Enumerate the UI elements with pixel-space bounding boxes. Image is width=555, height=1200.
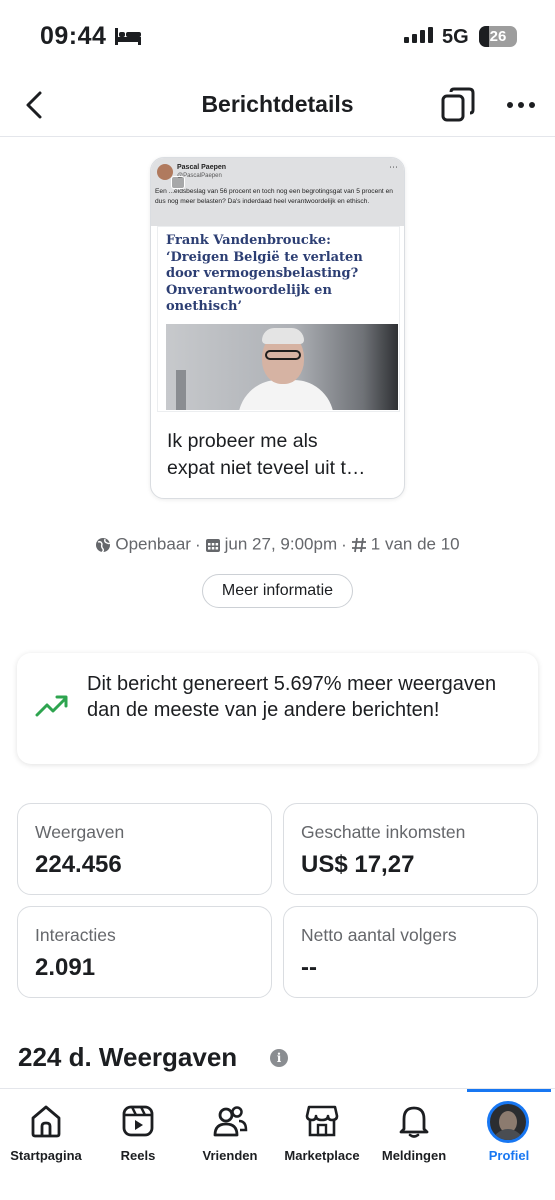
stat-card-views[interactable]: Weergaven 224.456 (17, 803, 272, 895)
stat-label: Interacties (35, 925, 116, 945)
top-header: Berichtdetails (0, 75, 555, 137)
reels-icon (122, 1105, 154, 1137)
caption-line-2: expat niet teveel uit t… (167, 457, 366, 479)
stat-label: Geschatte inkomsten (301, 822, 466, 842)
nav-label: Startpagina (10, 1148, 82, 1163)
photo-background-object (176, 370, 186, 410)
section-title: 224 d. Weergaven (18, 1042, 238, 1072)
post-date: jun 27, 9:00pm (224, 534, 338, 554)
more-options-icon[interactable] (505, 93, 537, 117)
article-headline: Frank Vandenbroucke: ‘Dreigen België te … (166, 233, 363, 314)
nav-label: Reels (120, 1148, 156, 1163)
trending-up-icon (35, 695, 68, 717)
caption-line-1: Ik probeer me als (167, 430, 318, 452)
nav-label: Marketplace (284, 1148, 360, 1163)
stat-label: Netto aantal volgers (301, 925, 457, 945)
calendar-icon (205, 538, 220, 552)
stat-value: 224.456 (35, 851, 122, 878)
photo-person-hair (262, 328, 304, 344)
status-time: 09:44 (40, 22, 107, 50)
bottom-navigation: Startpagina Reels Vrienden Marketplace M… (0, 1088, 555, 1200)
nav-item-home[interactable]: Startpagina (0, 1089, 92, 1200)
nav-label-active: Profiel (488, 1148, 530, 1163)
nav-item-marketplace[interactable]: Marketplace (276, 1089, 368, 1200)
sleep-focus-icon (115, 28, 141, 45)
tweet-text: Een ...eidsbeslag van 56 procent en toch… (155, 188, 393, 205)
stat-card-interactions[interactable]: Interacties 2.091 (17, 906, 272, 998)
status-bar: 09:44 5G 26 (0, 0, 555, 70)
copy-icon[interactable] (440, 87, 476, 123)
post-preview-card[interactable]: Pascal Paepen @PascalPaepen ⋯ Een ...eid… (150, 157, 405, 499)
home-icon (31, 1105, 61, 1138)
media-gallery-icon (171, 176, 185, 189)
stat-value: -- (301, 954, 317, 981)
profile-avatar (487, 1101, 529, 1143)
stat-value: US$ 17,27 (301, 851, 415, 878)
separator-dot: · (341, 534, 347, 554)
hashtag-icon (351, 537, 366, 552)
battery-indicator: 26 (479, 26, 517, 47)
stat-label: Weergaven (35, 822, 125, 842)
cellular-signal-icon (404, 27, 433, 43)
insight-text: Dit bericht genereert 5.697% meer weerga… (87, 673, 497, 721)
avatar-body (492, 1129, 524, 1140)
tweet-more-icon: ⋯ (389, 162, 398, 172)
insight-card: Dit bericht genereert 5.697% meer weerga… (17, 653, 538, 764)
more-info-button[interactable]: Meer informatie (202, 574, 353, 608)
article-photo (166, 324, 398, 410)
nav-label: Vrienden (202, 1148, 258, 1163)
battery-level: 26 (489, 28, 507, 45)
separator-dot: · (194, 534, 201, 554)
stat-card-earnings[interactable]: Geschatte inkomsten US$ 17,27 (283, 803, 538, 895)
globe-icon (96, 537, 111, 553)
post-meta-row: Openbaar · jun 27, 9:00pm · 1 van de 10 (0, 534, 555, 555)
nav-item-reels[interactable]: Reels (92, 1089, 184, 1200)
photo-person-shirt (238, 380, 334, 410)
post-rank: 1 van de 10 (370, 534, 460, 554)
marketplace-icon (305, 1105, 339, 1137)
network-type: 5G (442, 26, 469, 48)
article-preview: Frank Vandenbroucke: ‘Dreigen België te … (157, 226, 400, 412)
post-caption: Ik probeer me als expat niet teveel uit … (167, 428, 395, 482)
nav-item-friends[interactable]: Vrienden (184, 1089, 276, 1200)
nav-item-notifications[interactable]: Meldingen (368, 1089, 460, 1200)
stat-card-followers[interactable]: Netto aantal volgers -- (283, 906, 538, 998)
audience-label: Openbaar (115, 534, 191, 554)
photo-person-glasses (265, 350, 301, 360)
tweet-author: Pascal Paepen (177, 164, 227, 171)
battery-fill (479, 26, 489, 47)
nav-label: Meldingen (381, 1148, 447, 1163)
friends-icon (213, 1106, 248, 1137)
bell-icon (399, 1106, 429, 1138)
info-icon[interactable]: i (270, 1049, 288, 1067)
nav-item-profile[interactable]: Profiel (463, 1089, 555, 1200)
stat-value: 2.091 (35, 954, 96, 981)
embedded-tweet: Pascal Paepen @PascalPaepen ⋯ Een ...eid… (151, 158, 404, 226)
